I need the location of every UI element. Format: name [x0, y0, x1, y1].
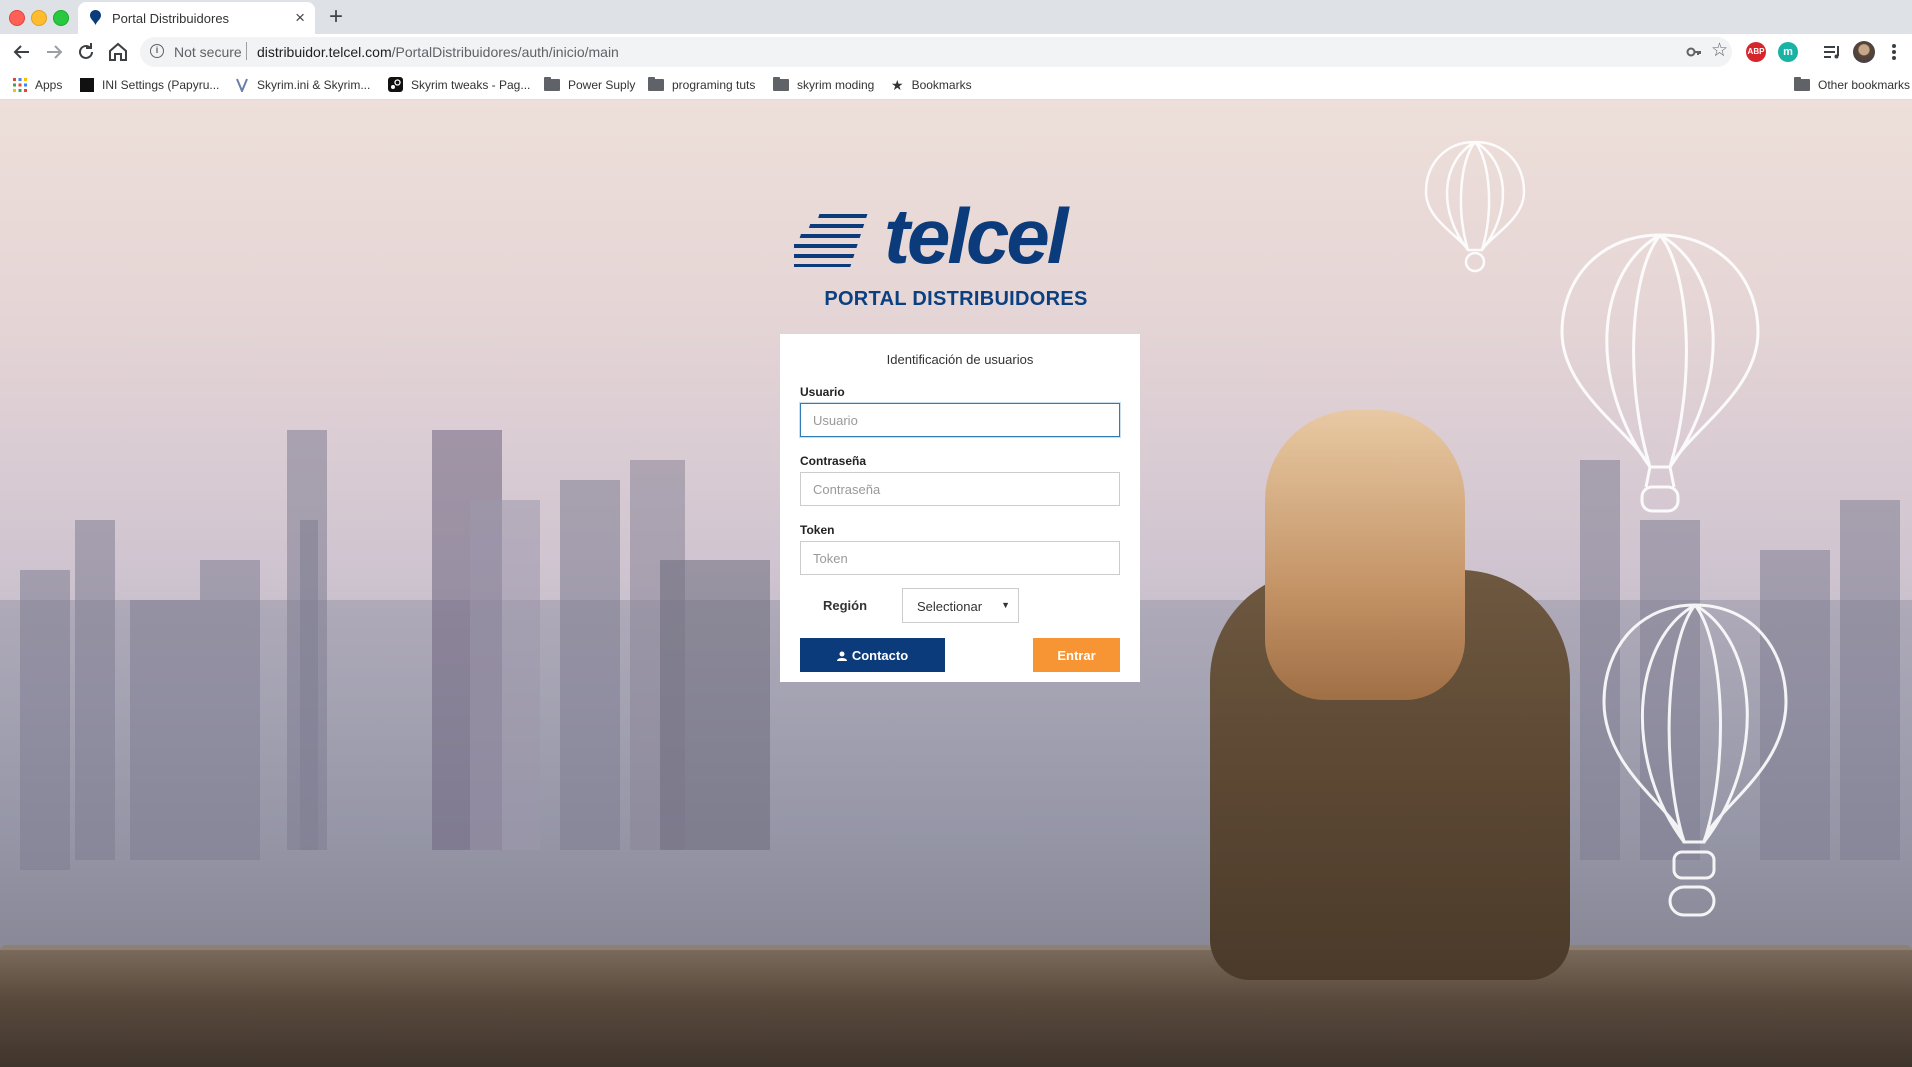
tab-bar: Portal Distribuidores × +	[0, 0, 1912, 34]
dropdown-arrow-icon: ▼	[1001, 600, 1010, 610]
browser-tab[interactable]: Portal Distribuidores ×	[78, 2, 315, 34]
bookmark-label: Power Suply	[568, 77, 636, 92]
bookmark-label: Bookmarks	[911, 77, 972, 92]
telcel-logo: telcel	[794, 200, 1073, 276]
login-heading: Identificación de usuarios	[886, 352, 1034, 367]
key-icon[interactable]	[1686, 44, 1702, 60]
tab-close-icon[interactable]: ×	[295, 8, 305, 28]
password-label: Contraseña	[800, 454, 867, 468]
bookmark-label: Skyrim.ini & Skyrim...	[257, 77, 371, 92]
token-label: Token	[800, 523, 835, 537]
tab-title: Portal Distribuidores	[112, 11, 230, 26]
bookmark-label: Other bookmarks	[1818, 77, 1911, 92]
url-path: /PortalDistribuidores/auth/inicio/main	[391, 44, 619, 60]
bookmark-apps[interactable]: Apps	[13, 77, 62, 93]
star-icon: ★	[891, 76, 904, 93]
bookmark-label: skyrim moding	[797, 77, 875, 92]
url-text[interactable]: distribuidor.telcel.com/PortalDistribuid…	[257, 44, 619, 60]
page-title: PORTAL DISTRIBUIDORES	[824, 288, 1088, 310]
bookmark-label: Skyrim tweaks - Pag...	[411, 77, 531, 92]
bookmark-ini-settings[interactable]: INI Settings (Papyru...	[80, 77, 219, 93]
bookmark-bookmarks[interactable]: ★ Bookmarks	[891, 77, 972, 93]
token-input[interactable]	[800, 541, 1120, 575]
bookmarks-bar: Apps INI Settings (Papyru... Skyrim.ini …	[0, 70, 1912, 100]
bookmark-star-icon[interactable]: ☆	[1711, 41, 1728, 61]
region-selected-value: Selectionar	[917, 599, 983, 614]
stone-wall	[0, 950, 1912, 1067]
bookmark-folder-power-suply[interactable]: Power Suply	[544, 76, 636, 93]
folder-icon	[1794, 76, 1810, 91]
profile-avatar[interactable]	[1853, 41, 1875, 63]
site-info-icon[interactable]: i	[150, 44, 164, 58]
address-bar[interactable]: i Not secure distribuidor.telcel.com/Por…	[140, 37, 1732, 67]
home-icon[interactable]	[106, 40, 130, 64]
telcel-brand: telcel	[884, 200, 1070, 276]
bookmark-label: INI Settings (Papyru...	[102, 77, 220, 92]
usuario-label: Usuario	[800, 385, 845, 399]
region-label: Región	[823, 598, 868, 613]
bookmark-skyrim-tweaks[interactable]: Skyrim tweaks - Pag...	[388, 77, 530, 93]
adblock-plus-icon[interactable]: ABP	[1746, 42, 1766, 62]
bookmark-label: Apps	[35, 77, 63, 92]
usuario-input[interactable]	[800, 403, 1120, 437]
folder-icon	[773, 76, 789, 91]
contacto-label: Contacto	[851, 647, 909, 663]
security-label: Not secure	[174, 44, 242, 60]
forward-icon[interactable]	[42, 40, 66, 64]
extension-m-icon[interactable]: m	[1778, 42, 1798, 62]
bookmark-other-bookmarks[interactable]: Other bookmarks	[1794, 76, 1911, 93]
back-icon[interactable]	[10, 40, 34, 64]
user-icon	[836, 651, 847, 661]
media-queue-icon[interactable]	[1820, 40, 1844, 64]
entrar-button[interactable]: Entrar	[1033, 638, 1120, 672]
address-separator	[246, 42, 247, 60]
apps-grid-icon	[13, 77, 27, 92]
region-select[interactable]: Selectionar ▼	[902, 588, 1019, 623]
new-tab-button[interactable]: +	[329, 4, 343, 30]
password-input[interactable]	[800, 472, 1120, 506]
minimize-window-button[interactable]	[31, 10, 47, 26]
bookmark-label: programing tuts	[672, 77, 756, 92]
login-card: Identificación de usuarios Usuario Contr…	[780, 334, 1140, 682]
bookmark-folder-skyrim-moding[interactable]: skyrim moding	[773, 76, 875, 93]
browser-toolbar: i Not secure distribuidor.telcel.com/Por…	[0, 34, 1912, 70]
site-icon	[80, 77, 94, 92]
bookmark-skyrim-ini[interactable]: Skyrim.ini & Skyrim...	[235, 77, 370, 93]
folder-icon	[544, 76, 560, 91]
url-host: distribuidor.telcel.com	[257, 44, 392, 60]
contacto-button[interactable]: Contacto	[800, 638, 945, 672]
site-icon	[236, 78, 248, 92]
menu-kebab-icon[interactable]	[1888, 40, 1900, 64]
hot-air-balloon-icon	[1560, 233, 1760, 513]
bookmark-folder-programing-tuts[interactable]: programing tuts	[648, 76, 756, 93]
telcel-favicon-icon	[90, 10, 101, 25]
hot-air-balloon-icon	[1602, 603, 1788, 917]
steam-icon	[388, 77, 403, 93]
maximize-window-button[interactable]	[53, 10, 69, 26]
login-page: telcel PORTAL DISTRIBUIDORES Identificac…	[0, 100, 1912, 1067]
close-window-button[interactable]	[9, 10, 25, 26]
reload-icon[interactable]	[74, 40, 98, 64]
hot-air-balloon-icon	[1424, 140, 1526, 273]
folder-icon	[648, 76, 664, 91]
